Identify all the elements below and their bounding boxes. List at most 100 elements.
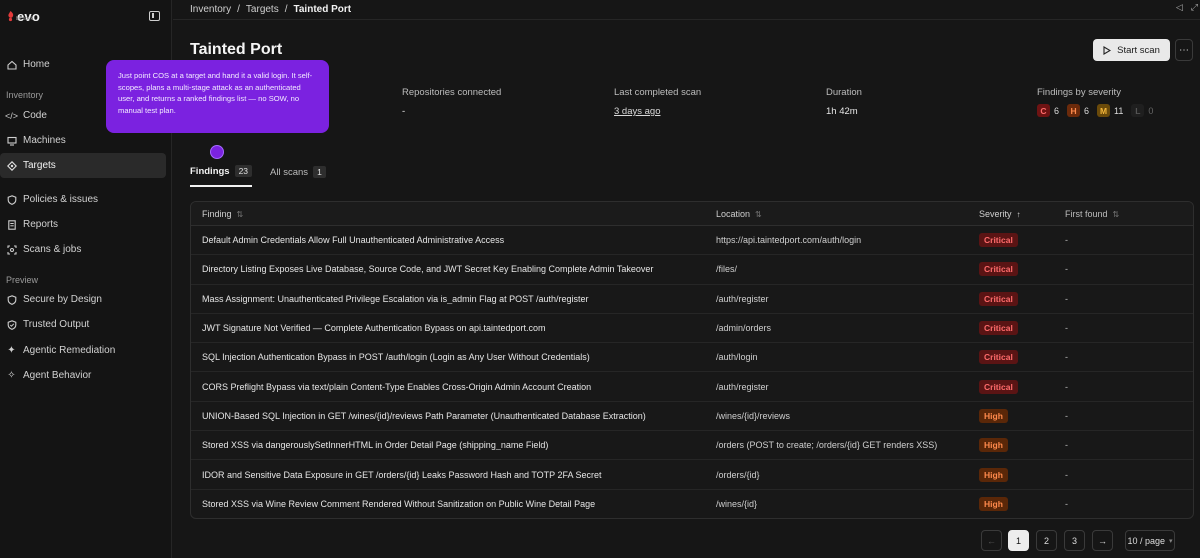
table-row[interactable]: SQL Injection Authentication Bypass in P… xyxy=(191,343,1193,373)
table-row[interactable]: CORS Preflight Bypass via text/plain Con… xyxy=(191,372,1193,402)
severity-cell: High xyxy=(968,467,1054,482)
tabs: Findings 23 All scans 1 xyxy=(190,165,326,187)
table-row[interactable]: Directory Listing Exposes Live Database,… xyxy=(191,255,1193,285)
column-header-finding[interactable]: Finding ⇅ xyxy=(191,209,705,219)
more-options-button[interactable]: ⋯ xyxy=(1175,39,1193,61)
tab-label: Findings xyxy=(190,165,230,177)
severity-letter-badge: M xyxy=(1097,104,1111,117)
severity-badge: Critical xyxy=(979,262,1018,277)
severity-badge: Critical xyxy=(979,233,1018,248)
sidebar-section-preview: Preview xyxy=(6,275,39,285)
severity-badge: Critical xyxy=(979,321,1018,336)
sort-icon[interactable]: ⇅ xyxy=(237,210,244,219)
severity-badge: Critical xyxy=(979,379,1018,394)
finding-cell: Stored XSS via dangerouslySetInnerHTML i… xyxy=(202,440,549,451)
sidebar-item-label: Secure by Design xyxy=(23,294,102,305)
severity-badge: Critical xyxy=(979,350,1018,365)
sort-icon[interactable]: ⇅ xyxy=(1113,210,1120,219)
expand-icon[interactable]: ⤢ xyxy=(1191,2,1198,13)
first-found-cell: - xyxy=(1065,499,1068,510)
table-row[interactable]: Mass Assignment: Unauthenticated Privile… xyxy=(191,285,1193,314)
machine-icon xyxy=(6,135,17,146)
sidebar-item-label: Home xyxy=(23,59,50,70)
severity-badge: High xyxy=(979,467,1008,482)
sidebar-item-targets[interactable]: Targets xyxy=(0,153,166,178)
table-body: Default Admin Credentials Allow Full Una… xyxy=(191,226,1193,518)
first-found-cell: - xyxy=(1065,410,1068,421)
sidebar-item-policies[interactable]: Policies & issues xyxy=(0,187,166,212)
first-found-cell: - xyxy=(1065,469,1068,480)
severity-count: 11 xyxy=(1114,105,1124,116)
start-scan-button[interactable]: Start scan xyxy=(1093,39,1170,61)
severity-cell: High xyxy=(968,408,1054,423)
sidebar-item-label: Agent Behavior xyxy=(23,370,92,381)
column-label: First found xyxy=(1065,208,1108,219)
sort-ascending-icon[interactable]: ↑ xyxy=(1017,210,1021,219)
page-button-3[interactable]: 3 xyxy=(1064,530,1085,551)
table-row[interactable]: JWT Signature Not Verified — Complete Au… xyxy=(191,314,1193,344)
sparkle-icon: ✦ xyxy=(7,345,16,356)
severity-letter-badge: L xyxy=(1131,104,1145,117)
sidebar-section-inventory: Inventory xyxy=(6,90,44,100)
next-page-button[interactable]: → xyxy=(1092,530,1113,551)
severity-cell: High xyxy=(968,438,1054,453)
page-size-select[interactable]: 10 / page ▾ xyxy=(1125,530,1175,551)
table-row[interactable]: IDOR and Sensitive Data Exposure in GET … xyxy=(191,460,1193,490)
stat-duration: Duration 1h 42m xyxy=(826,87,862,117)
start-scan-label: Start scan xyxy=(1117,44,1160,56)
code-icon: </> xyxy=(5,110,19,121)
table-row[interactable]: Default Admin Credentials Allow Full Una… xyxy=(191,226,1193,256)
sidebar-item-scans[interactable]: Scans & jobs xyxy=(0,237,166,262)
sidebar-item-secure-by-design[interactable]: Secure by Design xyxy=(0,287,166,312)
severity-cell: High xyxy=(968,497,1054,512)
tooltip-beacon[interactable] xyxy=(210,145,224,159)
findings-table: Finding ⇅ Location ⇅ Severity ↑ First found… xyxy=(190,201,1194,519)
speaker-icon[interactable]: ◁ xyxy=(1176,2,1183,13)
sort-icon[interactable]: ⇅ xyxy=(755,210,762,219)
stat-label: Last completed scan xyxy=(614,87,702,98)
breadcrumb-targets[interactable]: Targets xyxy=(246,4,279,15)
finding-cell: SQL Injection Authentication Bypass in P… xyxy=(202,352,590,363)
severity-count-item: C6 xyxy=(1037,104,1059,117)
stat-repositories: Repositories connected - xyxy=(402,87,501,117)
location-cell: /auth/register xyxy=(716,293,769,304)
breadcrumb-inventory[interactable]: Inventory xyxy=(190,4,231,15)
column-header-first-found[interactable]: First found ⇅ xyxy=(1054,209,1193,219)
first-found-cell: - xyxy=(1065,323,1068,334)
severity-count-item: H6 xyxy=(1067,104,1089,117)
severity-badge: High xyxy=(979,408,1008,423)
sidebar-toggle-icon[interactable] xyxy=(149,11,160,21)
sidebar-item-reports[interactable]: Reports xyxy=(0,212,166,237)
location-cell: /orders/{id} xyxy=(716,469,760,480)
sidebar-item-label: Agentic Remediation xyxy=(23,345,116,356)
prev-page-button[interactable]: ← xyxy=(981,530,1002,551)
severity-badge: High xyxy=(979,438,1008,453)
evo-logo-icon xyxy=(8,11,14,22)
play-icon xyxy=(1103,45,1112,55)
tab-all-scans[interactable]: All scans 1 xyxy=(270,165,326,187)
location-cell: /auth/register xyxy=(716,381,769,392)
divider xyxy=(173,19,1200,20)
tab-findings[interactable]: Findings 23 xyxy=(190,165,253,187)
last-scan-link[interactable]: 3 days ago xyxy=(614,106,701,117)
location-cell: https://api.taintedport.com/auth/login xyxy=(716,235,862,246)
ellipsis-icon: ⋯ xyxy=(1179,44,1189,56)
shield-check-icon xyxy=(6,319,17,330)
sidebar-item-label: Policies & issues xyxy=(23,194,99,205)
sidebar-item-label: Trusted Output xyxy=(23,319,90,330)
severity-badge: High xyxy=(979,497,1008,512)
page-title: Tainted Port xyxy=(190,41,283,58)
column-label: Severity xyxy=(979,208,1012,219)
table-row[interactable]: UNION-Based SQL Injection in GET /wines/… xyxy=(191,402,1193,432)
column-header-location[interactable]: Location ⇅ xyxy=(705,209,968,219)
page-button-2[interactable]: 2 xyxy=(1036,530,1057,551)
table-row[interactable]: Stored XSS via dangerouslySetInnerHTML i… xyxy=(191,431,1193,461)
sidebar-item-trusted-output[interactable]: Trusted Output xyxy=(0,312,166,337)
top-icons: ◁ ⤢ xyxy=(1176,2,1198,13)
column-label: Location xyxy=(716,208,751,219)
column-header-severity[interactable]: Severity ↑ xyxy=(968,209,1054,219)
sidebar-item-agentic-remediation[interactable]: ✦ Agentic Remediation xyxy=(0,338,166,363)
sidebar-item-agent-behavior[interactable]: ✧ Agent Behavior xyxy=(0,363,166,388)
table-row[interactable]: Stored XSS via Wine Review Comment Rende… xyxy=(191,490,1193,518)
page-button-1[interactable]: 1 xyxy=(1008,530,1029,551)
